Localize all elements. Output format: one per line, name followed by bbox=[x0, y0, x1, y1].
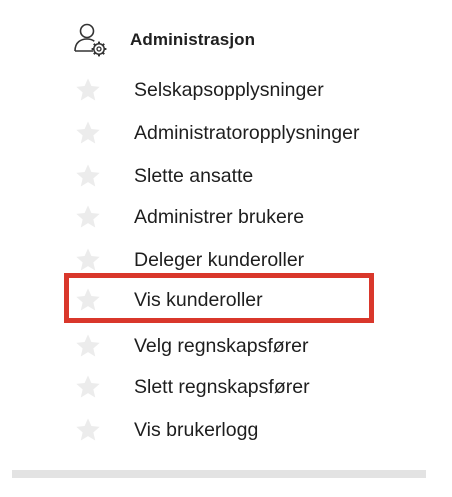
star-icon[interactable] bbox=[74, 203, 102, 231]
menu-item-label[interactable]: Vis brukerlogg bbox=[134, 419, 258, 442]
menu-item-label[interactable]: Deleger kunderoller bbox=[134, 249, 304, 272]
menu-item-administratoropplysninger[interactable]: Administratoropplysninger bbox=[74, 115, 404, 151]
menu-item-label[interactable]: Slette ansatte bbox=[134, 165, 253, 188]
menu-item-deleger-kunderoller[interactable]: Deleger kunderoller bbox=[74, 242, 404, 278]
star-icon[interactable] bbox=[74, 286, 102, 314]
star-icon[interactable] bbox=[74, 76, 102, 104]
user-settings-icon bbox=[74, 23, 107, 57]
menu-item-slette-ansatte[interactable]: Slette ansatte bbox=[74, 158, 404, 194]
menu-item-label[interactable]: Administratoropplysninger bbox=[134, 122, 359, 145]
menu-item-label[interactable]: Selskapsopplysninger bbox=[134, 79, 324, 102]
star-icon[interactable] bbox=[74, 162, 102, 190]
menu-item-label[interactable]: Slett regnskapsfører bbox=[134, 376, 310, 399]
star-icon[interactable] bbox=[74, 416, 102, 444]
menu-item-label[interactable]: Velg regnskapsfører bbox=[134, 335, 309, 358]
star-icon[interactable] bbox=[74, 332, 102, 360]
menu-item-administrer-brukere[interactable]: Administrer brukere bbox=[74, 199, 404, 235]
menu-item-slett-regnskapsforer[interactable]: Slett regnskapsfører bbox=[74, 369, 404, 405]
menu-item-vis-kunderoller[interactable]: Vis kunderoller bbox=[74, 282, 404, 318]
menu-item-vis-brukerlogg[interactable]: Vis brukerlogg bbox=[74, 412, 404, 448]
menu-item-label[interactable]: Administrer brukere bbox=[134, 206, 304, 229]
star-icon[interactable] bbox=[74, 246, 102, 274]
star-icon[interactable] bbox=[74, 373, 102, 401]
menu-item-velg-regnskapsforer[interactable]: Velg regnskapsfører bbox=[74, 328, 404, 364]
section-header: Administrasjon bbox=[72, 18, 255, 62]
menu-item-label[interactable]: Vis kunderoller bbox=[134, 289, 263, 312]
administration-menu: Administrasjon Selskapsopplysninger Admi… bbox=[0, 0, 452, 497]
star-icon[interactable] bbox=[74, 119, 102, 147]
menu-item-selskapsopplysninger[interactable]: Selskapsopplysninger bbox=[74, 72, 404, 108]
bottom-divider-bar bbox=[12, 470, 426, 478]
section-title: Administrasjon bbox=[130, 30, 256, 49]
